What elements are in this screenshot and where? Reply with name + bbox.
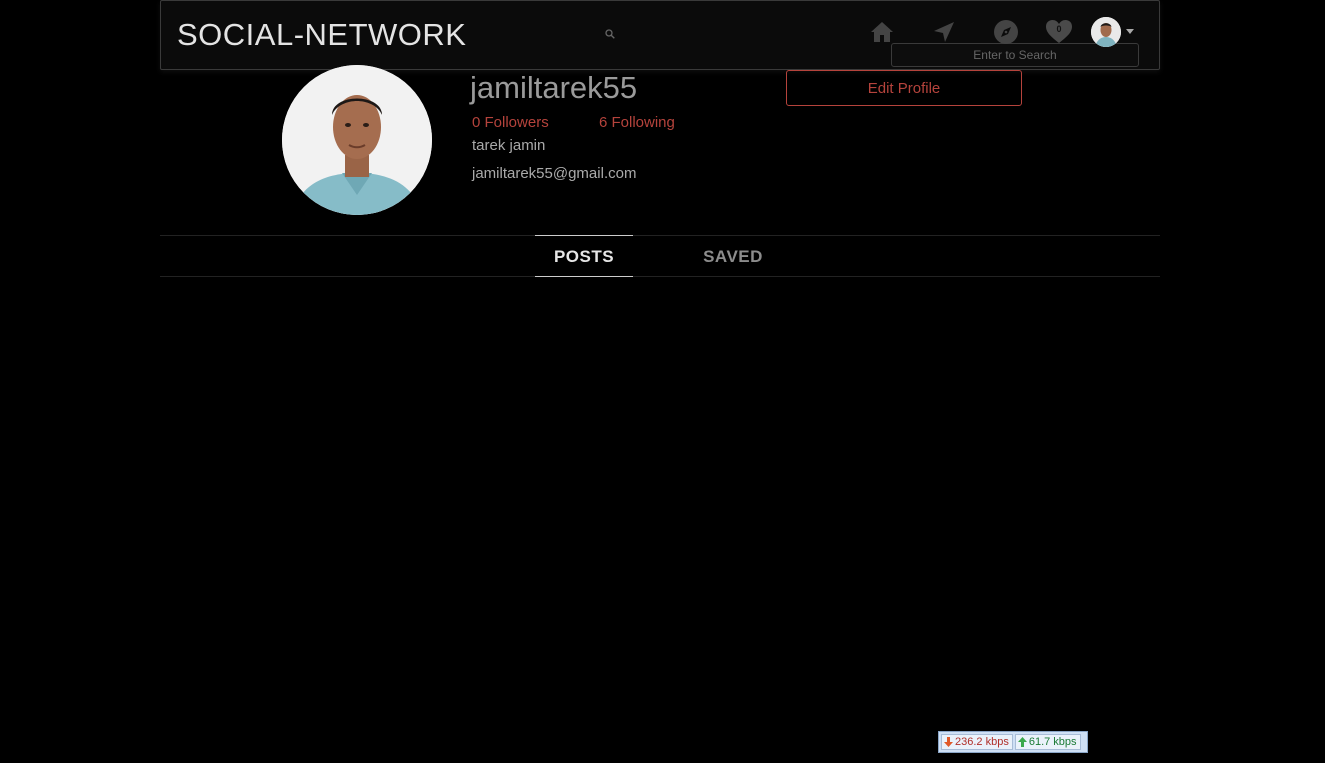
- search-icon: [605, 29, 615, 39]
- upload-speed: 61.7 kbps: [1014, 734, 1081, 750]
- download-speed: 236.2 kbps: [941, 734, 1013, 750]
- send-icon[interactable]: [930, 18, 958, 46]
- download-value: 236.2 kbps: [955, 736, 1009, 748]
- edit-profile-button[interactable]: Edit Profile: [786, 70, 1022, 106]
- tab-posts[interactable]: POSTS: [535, 235, 633, 277]
- chevron-down-icon[interactable]: [1126, 29, 1134, 34]
- upload-value: 61.7 kbps: [1028, 736, 1077, 748]
- arrow-down-icon: [944, 737, 953, 747]
- arrow-up-icon: [1017, 737, 1027, 747]
- profile-picture: [282, 65, 432, 215]
- brand-logo[interactable]: SOCIAL-NETWORK: [177, 17, 466, 53]
- following-link[interactable]: 6 Following: [599, 114, 675, 131]
- profile-tabs: POSTS SAVED: [160, 235, 1160, 277]
- user-avatar[interactable]: [1091, 17, 1121, 47]
- compass-icon[interactable]: [992, 18, 1020, 46]
- profile-email: jamiltarek55@gmail.com: [472, 165, 637, 182]
- network-meter: 236.2 kbps 61.7 kbps: [938, 731, 1088, 753]
- tab-saved[interactable]: SAVED: [683, 236, 783, 276]
- home-icon[interactable]: [868, 18, 896, 46]
- profile-photo: [282, 65, 432, 215]
- notification-count: 0: [1056, 24, 1062, 34]
- search-container: [526, 22, 1139, 67]
- profile-username: jamiltarek55: [470, 70, 638, 105]
- notifications-button[interactable]: 0: [1044, 18, 1074, 46]
- avatar-image: [1091, 17, 1121, 47]
- navbar: SOCIAL-NETWORK 0: [160, 0, 1160, 70]
- followers-link[interactable]: 0 Followers: [472, 114, 549, 131]
- profile-full-name: tarek jamin: [472, 137, 546, 154]
